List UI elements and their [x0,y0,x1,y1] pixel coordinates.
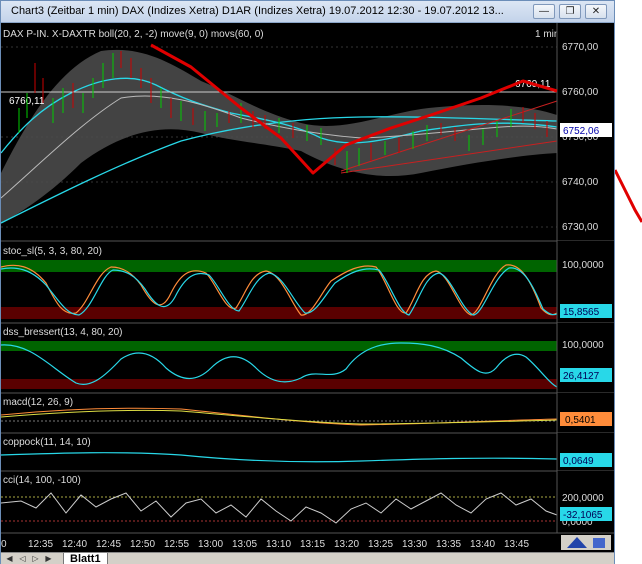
time-label: 12:55 [164,539,189,550]
dss-overbought-zone [1,341,557,351]
interval-label: 1 min [535,29,559,40]
dss-header: dss_bressert(13, 4, 80, 20) [3,327,123,338]
price-axis-label-6730: 6730,00 [562,222,599,233]
close-button[interactable]: ✕ [585,4,607,19]
time-label: 13:15 [300,539,325,550]
price-axis-label-6740: 6740,00 [562,177,599,188]
stoch-panel[interactable]: stoc_sl(5, 3, 3, 80, 20) 100,0000 15,856… [1,240,614,323]
time-label: 13:35 [436,539,461,550]
price-axis-label-6770: 6770,00 [562,42,599,53]
sheet-tab-blatt1[interactable]: Blatt1 [63,553,108,564]
time-label: 13:40 [470,539,495,550]
window-title: Chart3 (Zeitbar 1 min) DAX (Indizes Xetr… [11,5,504,17]
dss-panel[interactable]: dss_bressert(13, 4, 80, 20) 100,0000 26,… [1,322,614,393]
time-label: 13:00 [198,539,223,550]
time-axis-stub: 0 [1,539,7,550]
nav-first-icon[interactable]: ◀ [4,554,15,564]
sheet-tab-bar: ◀ ◁ ▷ ▶ Blatt1 [1,552,614,564]
cci-value: -32,1065 [563,510,603,521]
time-label: 13:10 [266,539,291,550]
nav-prev-icon[interactable]: ◁ [17,554,28,564]
time-label: 12:50 [130,539,155,550]
time-label: 13:45 [504,539,529,550]
restore-button[interactable]: ❐ [559,4,581,19]
desktop-strip [613,0,642,564]
macd-panel[interactable]: macd(12, 26, 9) 0,5401 [1,392,614,433]
chart-window: Chart3 (Zeitbar 1 min) DAX (Indizes Xetr… [0,0,615,564]
stoch-value: 15,8565 [563,307,600,318]
macd-header: macd(12, 26, 9) [3,397,73,408]
window-titlebar[interactable]: Chart3 (Zeitbar 1 min) DAX (Indizes Xetr… [1,1,614,23]
cci-panel[interactable]: cci(14, 100, -100) 200,0000 0,0000 -32,1… [1,470,614,533]
time-label: 13:30 [402,539,427,550]
time-label: 12:45 [96,539,121,550]
time-label: 13:05 [232,539,257,550]
time-label: 13:20 [334,539,359,550]
annotation-red-tail [613,169,642,223]
coppock-header: coppock(11, 14, 10) [3,437,91,448]
price-panel-header: DAX P-IN. X-DAXTR boll(20, 2, -2) move(9… [3,29,264,40]
stoch-axis-top: 100,0000 [562,260,604,271]
macd-value: 0,5401 [565,415,596,426]
time-label: 12:35 [28,539,53,550]
chart-canvas: DAX P-IN. X-DAXTR boll(20, 2, -2) move(9… [1,23,614,551]
time-label: 13:25 [368,539,393,550]
cci-header: cci(14, 100, -100) [3,475,81,486]
chart-mode-icon[interactable] [593,538,605,548]
dss-value: 26,4127 [563,371,600,382]
stoch-overbought-zone [1,260,557,272]
last-price-label: 6752,06 [563,126,600,137]
time-label: 12:40 [62,539,87,550]
coppock-value: 0,0649 [563,456,594,467]
cci-axis-top: 200,0000 [562,493,604,504]
stoch-header: stoc_sl(5, 3, 3, 80, 20) [3,246,102,257]
coppock-panel[interactable]: coppock(11, 14, 10) 0,0649 [1,432,614,471]
price-axis-label-6760: 6760,00 [562,87,599,98]
dss-axis-top: 100,0000 [562,340,604,351]
price-panel[interactable]: DAX P-IN. X-DAXTR boll(20, 2, -2) move(9… [1,23,614,241]
nav-last-icon[interactable]: ▶ [43,554,54,564]
time-axis: 0 12:35 12:40 12:45 12:50 12:55 13:00 13… [1,532,614,551]
minimize-button[interactable]: — [533,4,555,19]
nav-next-icon[interactable]: ▷ [30,554,41,564]
